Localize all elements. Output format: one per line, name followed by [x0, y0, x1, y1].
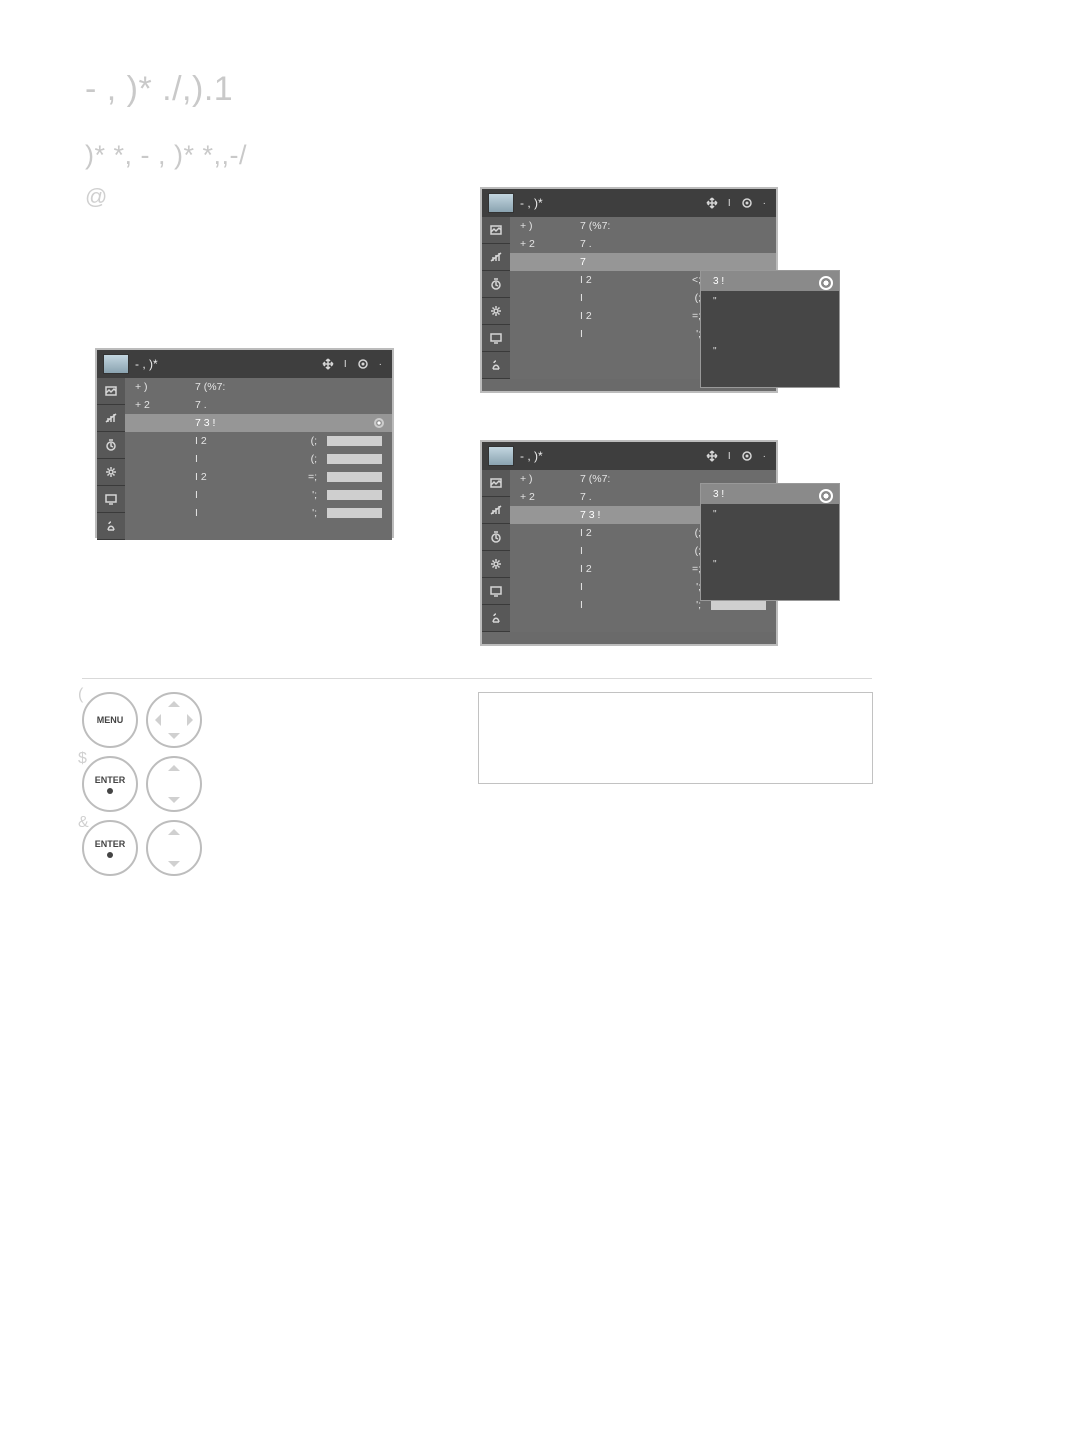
intro-text: @	[85, 180, 465, 213]
arrow-up-icon	[168, 765, 180, 771]
steps: ( MENU $ ENTER & ENTER	[82, 692, 210, 884]
tab-display[interactable]	[97, 486, 125, 513]
row-slider-3[interactable]: I 2 =;	[125, 468, 392, 486]
monitor-icon	[488, 193, 514, 213]
row-custom: + 2 7 .	[125, 396, 392, 414]
enter-button[interactable]: ENTER	[82, 820, 138, 876]
arrow-down-icon	[168, 797, 180, 803]
separator	[82, 678, 872, 679]
dropdown-option-selected[interactable]: 3 !	[701, 484, 839, 504]
arrow-down-icon	[168, 861, 180, 867]
tab-strip	[97, 378, 125, 540]
enter-dot-icon	[107, 788, 113, 794]
enter-dot-icon	[741, 197, 753, 209]
tab-misc[interactable]	[97, 513, 125, 540]
tab-strip	[482, 470, 510, 632]
tab-misc[interactable]	[482, 352, 510, 379]
radio-selected-icon	[374, 418, 384, 428]
arrow-down-icon	[168, 733, 180, 739]
enter-dot-icon	[107, 852, 113, 858]
tab-sound[interactable]	[482, 244, 510, 271]
tab-setup[interactable]	[482, 551, 510, 578]
tab-display[interactable]	[482, 325, 510, 352]
monitor-icon	[488, 446, 514, 466]
enter-button[interactable]: ENTER	[82, 756, 138, 812]
tab-display[interactable]	[482, 578, 510, 605]
dropdown-popup: 3 ! " "	[700, 483, 840, 601]
move-icon	[706, 450, 718, 462]
tab-timer[interactable]	[97, 432, 125, 459]
tab-strip	[482, 217, 510, 379]
dropdown-option[interactable]: "	[701, 504, 839, 524]
panel-titlebar: - , )* I ·	[97, 350, 392, 378]
tab-misc[interactable]	[482, 605, 510, 632]
step-1: ( MENU	[82, 692, 210, 748]
move-icon	[322, 358, 334, 370]
step-number: (	[78, 686, 83, 704]
slider-track-icon	[327, 508, 382, 518]
osd-panel-1: - , )* I · + ) 7 (%7: + 2 7 .	[95, 348, 394, 538]
slider-track-icon	[327, 436, 382, 446]
step-number: &	[78, 814, 89, 832]
dropdown-option-selected[interactable]: 3 !	[701, 271, 839, 291]
row-slider-4[interactable]: I ';	[125, 486, 392, 504]
dropdown-option[interactable]: "	[701, 341, 839, 361]
enter-dot-icon	[741, 450, 753, 462]
at-symbol-icon: @	[85, 184, 107, 209]
panel-title: - , )*	[520, 196, 543, 210]
dropdown-option[interactable]: "	[701, 554, 839, 574]
dpad-button[interactable]	[146, 692, 202, 748]
tab-timer[interactable]	[482, 524, 510, 551]
panel-title: - , )*	[520, 449, 543, 463]
enter-label: ·	[379, 359, 382, 370]
slider-track-icon	[327, 490, 382, 500]
row-slider-5[interactable]: I ';	[125, 504, 392, 522]
menu-button[interactable]: MENU	[82, 692, 138, 748]
dropdown-popup: 3 ! " "	[700, 270, 840, 388]
tab-picture[interactable]	[482, 470, 510, 497]
arrow-up-icon	[168, 701, 180, 707]
dropdown-spacer	[701, 524, 839, 554]
updown-button[interactable]	[146, 756, 202, 812]
slider-track-icon	[711, 600, 766, 610]
note-box	[478, 692, 873, 784]
step-3: & ENTER	[82, 820, 210, 876]
section-heading: )* *, - , )* *,,-/	[85, 140, 247, 171]
tab-picture[interactable]	[97, 378, 125, 405]
panel-titlebar: - , )* I ·	[482, 189, 776, 217]
monitor-icon	[103, 354, 129, 374]
panel-title: - , )*	[135, 357, 158, 371]
arrow-left-icon	[155, 714, 161, 726]
move-icon	[706, 197, 718, 209]
arrow-up-icon	[168, 829, 180, 835]
tab-sound[interactable]	[482, 497, 510, 524]
page-title: - , )* ./,).1	[85, 70, 233, 109]
slider-track-icon	[327, 454, 382, 464]
row-slider-1[interactable]: I 2 (;	[125, 432, 392, 450]
dropdown-option[interactable]: "	[701, 291, 839, 311]
arrow-right-icon	[187, 714, 193, 726]
updown-button[interactable]	[146, 820, 202, 876]
slider-track-icon	[327, 472, 382, 482]
row-mode: + ) 7 (%7:	[125, 378, 392, 396]
panel-content: + ) 7 (%7: + 2 7 . 7 3 ! I 2 (; I	[125, 378, 392, 540]
panel-titlebar: - , )* I ·	[482, 442, 776, 470]
step-2: $ ENTER	[82, 756, 210, 812]
row: + 27 .	[510, 235, 776, 253]
row-highlight[interactable]: 7	[510, 253, 776, 271]
move-label: I	[344, 359, 347, 370]
tab-sound[interactable]	[97, 405, 125, 432]
tab-setup[interactable]	[97, 459, 125, 486]
row: + )7 (%7:	[510, 217, 776, 235]
dropdown-spacer	[701, 311, 839, 341]
row-slider-2[interactable]: I (;	[125, 450, 392, 468]
row-highlight[interactable]: 7 3 !	[125, 414, 392, 432]
step-number: $	[78, 750, 87, 768]
tab-picture[interactable]	[482, 217, 510, 244]
enter-dot-icon	[357, 358, 369, 370]
tab-setup[interactable]	[482, 298, 510, 325]
tab-timer[interactable]	[482, 271, 510, 298]
